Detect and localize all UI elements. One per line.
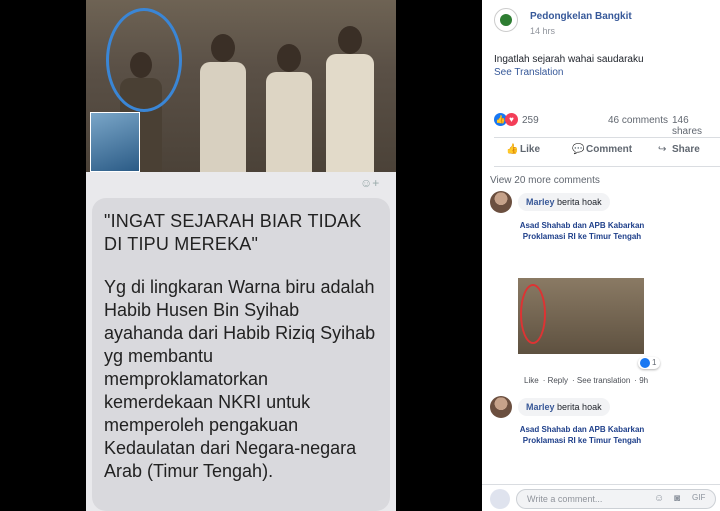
post-timestamp[interactable]: 14 hrs bbox=[530, 26, 555, 36]
comment-count[interactable]: 46 comments bbox=[608, 115, 668, 126]
thumbs-up-icon: 👍 bbox=[506, 144, 519, 155]
inset-thumbnail bbox=[90, 112, 140, 172]
news-title: Asad Shahab dan APB Kabarkan Proklamasi … bbox=[519, 221, 645, 241]
comment-image-news[interactable]: Asad Shahab dan APB Kabarkan Proklamasi … bbox=[518, 220, 646, 244]
historical-photo bbox=[86, 0, 396, 172]
reaction-icons[interactable]: 👍 ♥ bbox=[494, 113, 520, 127]
facebook-post-panel: Pedongkelan Bangkit 14 hrs Ingatlah seja… bbox=[482, 0, 720, 511]
see-translation-link[interactable]: See Translation bbox=[494, 67, 564, 78]
page-name-link[interactable]: Pedongkelan Bangkit bbox=[530, 11, 632, 22]
comment-input[interactable]: Write a comment... bbox=[516, 489, 716, 509]
view-more-comments-link[interactable]: View 20 more comments bbox=[490, 175, 600, 186]
comment-image-news[interactable]: Asad Shahab dan APB Kabarkan Proklamasi … bbox=[518, 424, 646, 448]
post-text: Ingatlah sejarah wahai saudaraku bbox=[494, 54, 644, 65]
avatar[interactable] bbox=[490, 191, 512, 213]
blue-highlight-circle bbox=[106, 8, 182, 112]
page-avatar[interactable] bbox=[494, 8, 518, 32]
commenter-name[interactable]: Marley bbox=[526, 402, 555, 412]
share-button[interactable]: ↪ Share bbox=[658, 144, 700, 155]
comment-bubble: Marley berita hoak bbox=[518, 398, 610, 416]
share-arrow-icon: ↪ bbox=[658, 144, 667, 155]
speech-bubble-icon: 💬 bbox=[572, 144, 585, 155]
person-figure bbox=[262, 44, 316, 172]
comment-timestamp[interactable]: 9h bbox=[639, 376, 648, 385]
red-highlight-circle bbox=[520, 284, 546, 344]
camera-icon[interactable]: ◙ bbox=[674, 493, 680, 504]
emoji-icon[interactable]: ☺ bbox=[654, 493, 664, 504]
person-figure bbox=[196, 34, 250, 172]
commenter-name[interactable]: Marley bbox=[526, 197, 555, 207]
news-title: Asad Shahab dan APB Kabarkan Proklamasi … bbox=[519, 425, 645, 445]
avatar bbox=[490, 489, 510, 509]
gif-icon[interactable]: GIF bbox=[692, 493, 705, 502]
reaction-count[interactable]: 259 bbox=[522, 115, 539, 126]
like-reaction-icon bbox=[640, 358, 650, 368]
shared-image: ☺+ "INGAT SEJARAH BIAR TIDAK DI TIPU MER… bbox=[86, 0, 396, 511]
comment-composer: Write a comment... ☺ ◙ GIF bbox=[482, 484, 720, 511]
add-reaction-icon[interactable]: ☺+ bbox=[360, 176, 382, 190]
share-count[interactable]: 146 shares bbox=[672, 115, 720, 137]
message-bubble: "INGAT SEJARAH BIAR TIDAK DI TIPU MEREKA… bbox=[92, 198, 390, 511]
love-reaction-icon: ♥ bbox=[505, 113, 518, 126]
quote-text: "INGAT SEJARAH BIAR TIDAK DI TIPU MEREKA… bbox=[104, 211, 362, 254]
comment-like-count[interactable]: 1 bbox=[638, 357, 660, 369]
comment-actions: Like · Reply · See translation · 9h bbox=[524, 376, 649, 385]
comment-bubble: Marley berita hoak bbox=[518, 193, 610, 211]
comment-button[interactable]: 💬 Comment bbox=[572, 144, 632, 155]
comment-text: berita hoak bbox=[557, 197, 602, 207]
divider bbox=[494, 166, 720, 167]
avatar[interactable] bbox=[490, 396, 512, 418]
message-body: Yg di lingkaran Warna biru adalah Habib … bbox=[104, 277, 376, 481]
comment-text: berita hoak bbox=[557, 402, 602, 412]
comment-reply-link[interactable]: Reply bbox=[548, 376, 568, 385]
screenshot-stage: ☺+ "INGAT SEJARAH BIAR TIDAK DI TIPU MER… bbox=[0, 0, 720, 511]
comment-see-translation-link[interactable]: See translation bbox=[577, 376, 630, 385]
like-button[interactable]: 👍 Like bbox=[506, 144, 540, 155]
divider bbox=[494, 137, 720, 138]
comment-like-link[interactable]: Like bbox=[524, 376, 539, 385]
person-figure bbox=[322, 26, 378, 172]
